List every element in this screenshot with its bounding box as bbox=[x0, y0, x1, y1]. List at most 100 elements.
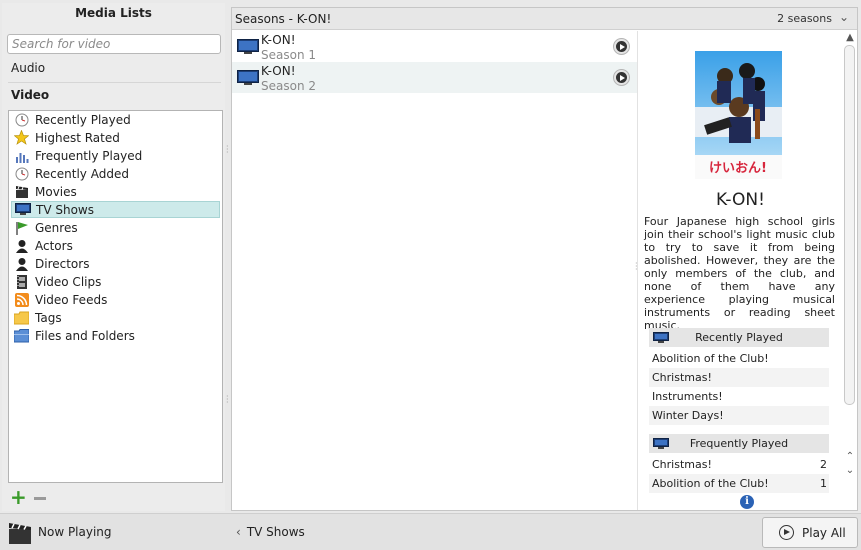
video-item-movies[interactable]: Movies bbox=[11, 183, 220, 200]
chevron-left-icon: ‹ bbox=[236, 525, 241, 539]
video-item-highest-rated[interactable]: Highest Rated bbox=[11, 129, 220, 146]
show-description: Four Japanese high school girls join the… bbox=[644, 215, 835, 332]
clock-icon bbox=[13, 166, 30, 182]
season-subtitle: Season 1 bbox=[261, 48, 317, 62]
video-item-label: Video Feeds bbox=[35, 292, 108, 307]
season-count-dropdown[interactable]: 2 seasons bbox=[777, 12, 832, 25]
media-lists-title: Media Lists bbox=[75, 6, 152, 20]
video-item-label: Directors bbox=[35, 256, 90, 271]
video-item-label: Highest Rated bbox=[35, 130, 120, 145]
video-item-label: Recently Added bbox=[35, 166, 129, 181]
play-all-button[interactable]: Play All bbox=[762, 517, 858, 548]
person-icon bbox=[13, 238, 30, 254]
show-poster: けいおん! bbox=[695, 51, 782, 179]
play-count: 2 bbox=[820, 458, 827, 471]
recent-episode[interactable]: Christmas! bbox=[649, 368, 829, 387]
back-label: TV Shows bbox=[246, 525, 305, 539]
play-arrow-icon[interactable] bbox=[613, 69, 630, 86]
clapperboard-icon bbox=[13, 184, 30, 200]
flag-icon bbox=[13, 220, 30, 236]
frequent-episode[interactable]: Abolition of the Club! 1 bbox=[649, 474, 829, 493]
divider bbox=[8, 82, 221, 83]
video-item-label: Genres bbox=[35, 220, 78, 235]
play-arrow-icon[interactable] bbox=[613, 38, 630, 55]
recent-episode[interactable]: Abolition of the Club! bbox=[649, 349, 829, 368]
media-lists-panel: Media Lists Audio Video Recently Played … bbox=[2, 3, 225, 511]
seasons-header: Seasons - K-ON! 2 seasons ⌄ bbox=[232, 8, 857, 30]
bottom-bar: Now Playing ‹ TV Shows Play All bbox=[0, 513, 861, 550]
video-item-video-feeds[interactable]: Video Feeds bbox=[11, 291, 220, 308]
tag-folder-icon bbox=[13, 310, 30, 326]
show-title: K-ON! bbox=[716, 190, 765, 210]
film-icon bbox=[13, 274, 30, 290]
video-item-files-and-folders[interactable]: Files and Folders bbox=[11, 327, 220, 344]
scrollbar[interactable] bbox=[844, 45, 855, 405]
audio-category[interactable]: Audio bbox=[11, 61, 45, 75]
rss-icon bbox=[13, 292, 30, 308]
video-item-label: Actors bbox=[35, 238, 73, 253]
video-item-frequently-played[interactable]: Frequently Played bbox=[11, 147, 220, 164]
clock-icon bbox=[13, 112, 30, 128]
video-item-label: Recently Played bbox=[35, 112, 131, 127]
splitter-handle[interactable]: · · · bbox=[226, 143, 229, 157]
person-icon bbox=[13, 256, 30, 272]
tv-icon bbox=[237, 70, 259, 89]
frequently-played-header: Frequently Played bbox=[649, 434, 829, 453]
scroll-up-arrow[interactable]: ▲ bbox=[844, 32, 856, 43]
season-subtitle: Season 2 bbox=[261, 79, 317, 93]
clapperboard-icon[interactable] bbox=[7, 520, 33, 549]
star-icon bbox=[13, 130, 30, 146]
video-item-label: Tags bbox=[35, 310, 62, 325]
season-row-2[interactable]: K-ON! Season 2 bbox=[232, 62, 637, 93]
episode-title: Abolition of the Club! bbox=[652, 477, 769, 490]
season-name: K-ON! bbox=[261, 64, 296, 78]
season-row-1[interactable]: K-ON! Season 1 bbox=[232, 31, 637, 62]
recent-episode[interactable]: Instruments! bbox=[649, 387, 829, 406]
page-title: Seasons - K-ON! bbox=[235, 12, 332, 26]
tv-icon bbox=[14, 202, 31, 218]
video-item-label: Frequently Played bbox=[35, 148, 143, 163]
back-button[interactable]: ‹ TV Shows bbox=[236, 525, 305, 539]
video-item-tags[interactable]: Tags bbox=[11, 309, 220, 326]
scroll-up-arrow[interactable]: ⌃ bbox=[844, 451, 856, 462]
info-icon[interactable]: i bbox=[740, 495, 754, 509]
video-item-video-clips[interactable]: Video Clips bbox=[11, 273, 220, 290]
video-item-label: Files and Folders bbox=[35, 328, 135, 343]
play-circle-icon bbox=[779, 525, 794, 540]
video-item-genres[interactable]: Genres bbox=[11, 219, 220, 236]
chevron-down-icon[interactable]: ⌄ bbox=[839, 10, 849, 24]
video-item-recently-played[interactable]: Recently Played bbox=[11, 111, 220, 128]
video-item-label: TV Shows bbox=[36, 202, 94, 217]
tv-icon bbox=[237, 39, 259, 58]
bar-chart-icon bbox=[13, 148, 30, 164]
splitter-handle[interactable]: · · · bbox=[635, 260, 638, 274]
recently-played-header: Recently Played bbox=[649, 328, 829, 347]
video-item-label: Video Clips bbox=[35, 274, 102, 289]
splitter-handle[interactable]: · · · bbox=[226, 393, 229, 407]
seasons-panel: Seasons - K-ON! 2 seasons ⌄ K-ON! Season… bbox=[231, 7, 858, 511]
video-list: Recently Played Highest Rated Frequently… bbox=[8, 110, 223, 483]
video-item-label: Movies bbox=[35, 184, 77, 199]
season-name: K-ON! bbox=[261, 33, 296, 47]
frequent-episode[interactable]: Christmas! 2 bbox=[649, 455, 829, 474]
scroll-down-arrow[interactable]: ⌄ bbox=[844, 465, 856, 476]
video-category[interactable]: Video bbox=[11, 88, 49, 102]
video-item-recently-added[interactable]: Recently Added bbox=[11, 165, 220, 182]
video-item-tv-shows[interactable]: TV Shows bbox=[11, 201, 220, 218]
video-item-directors[interactable]: Directors bbox=[11, 255, 220, 272]
recent-episode[interactable]: Winter Days! bbox=[649, 406, 829, 425]
show-detail-panel: けいおん! K-ON! Four Japanese high school gi… bbox=[637, 31, 857, 510]
season-list: K-ON! Season 1 K-ON! Season 2 bbox=[232, 31, 637, 510]
section-title: Frequently Played bbox=[689, 437, 789, 450]
play-count: 1 bbox=[820, 477, 827, 490]
episode-title: Christmas! bbox=[652, 458, 712, 471]
now-playing-label[interactable]: Now Playing bbox=[38, 525, 112, 539]
poster-logo: けいおん! bbox=[709, 161, 767, 176]
folder-icon bbox=[13, 328, 30, 344]
section-title: Recently Played bbox=[695, 331, 783, 344]
search-input[interactable] bbox=[7, 34, 221, 54]
play-all-label: Play All bbox=[802, 525, 846, 540]
remove-list-button[interactable] bbox=[34, 497, 46, 500]
add-list-button[interactable]: + bbox=[10, 487, 27, 507]
video-item-actors[interactable]: Actors bbox=[11, 237, 220, 254]
